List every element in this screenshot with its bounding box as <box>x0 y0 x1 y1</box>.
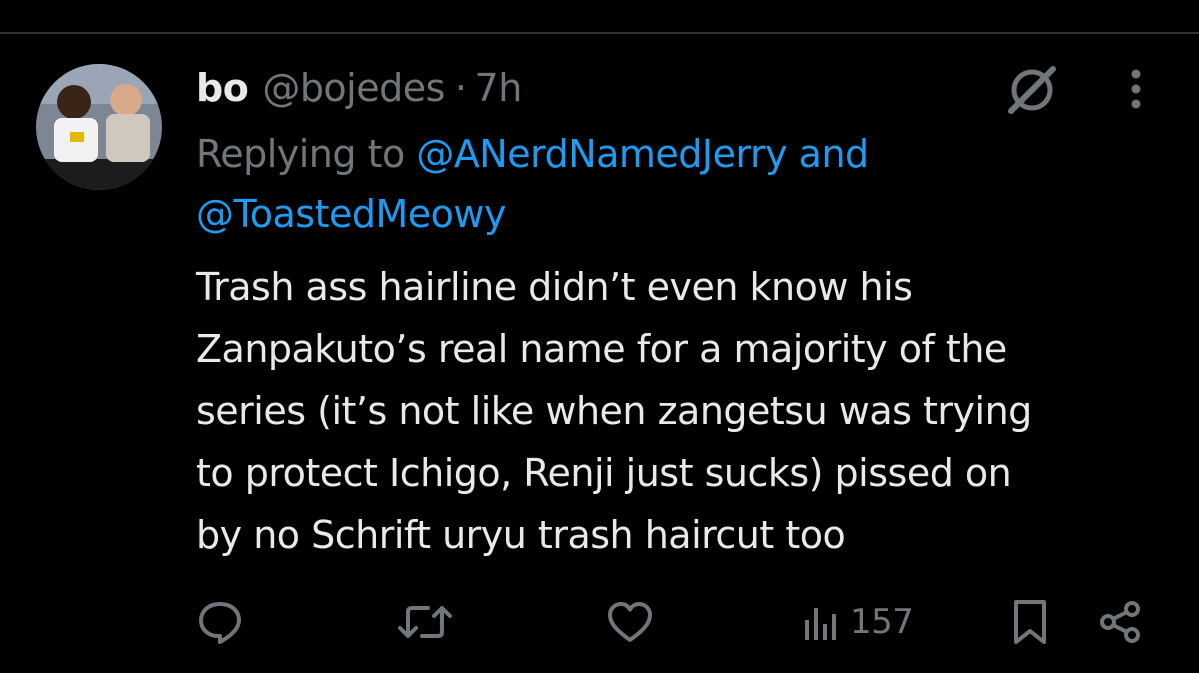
views-count: 157 <box>850 602 914 642</box>
retweet-icon <box>398 606 452 638</box>
views-counter[interactable]: 157 <box>802 598 914 646</box>
mention-link-toastedmeowy[interactable]: @ToastedMeowy <box>196 192 506 236</box>
retweet-button[interactable] <box>398 598 452 646</box>
bookmark-button[interactable] <box>1010 598 1050 646</box>
tweet-header: bo @bojedes · 7h <box>196 58 522 118</box>
like-button[interactable] <box>606 598 654 646</box>
grok-icon[interactable] <box>1004 62 1060 118</box>
more-options-icon[interactable] <box>1116 64 1156 114</box>
reply-button[interactable] <box>196 598 244 646</box>
views-icon <box>805 608 836 640</box>
timestamp[interactable]: 7h <box>475 66 523 110</box>
display-name[interactable]: bo <box>196 66 249 110</box>
replying-to-line: Replying to @ANerdNamedJerry and @Toasted… <box>196 124 1056 244</box>
top-divider <box>0 32 1199 34</box>
avatar-image <box>36 64 162 190</box>
user-handle[interactable]: @bojedes <box>262 66 445 110</box>
share-icon <box>1100 601 1140 643</box>
share-button[interactable] <box>1096 598 1144 646</box>
bookmark-icon <box>1014 600 1046 644</box>
mention-connector[interactable]: and <box>787 132 869 176</box>
reply-icon <box>199 602 241 644</box>
replying-to-label: Replying to <box>196 132 417 176</box>
avatar[interactable] <box>36 64 162 190</box>
mention-link-anerdnamedjerry[interactable]: @ANerdNamedJerry <box>416 132 787 176</box>
separator-dot: · <box>454 66 467 110</box>
tweet-text: Trash ass hairline didn’t even know his … <box>196 265 1032 557</box>
like-icon <box>608 602 652 642</box>
